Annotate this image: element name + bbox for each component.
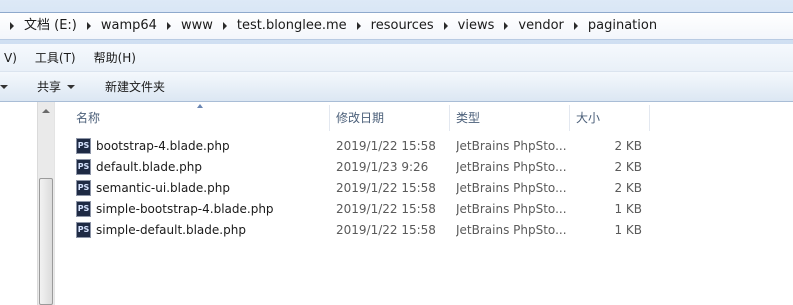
chevron-down-icon (0, 84, 8, 89)
breadcrumb-item-views[interactable]: views (454, 12, 499, 40)
menu-bar: V) 工具(T) 帮助(H) (0, 44, 793, 72)
chevron-right-icon[interactable] (568, 12, 584, 40)
chevron-right-icon[interactable] (81, 12, 97, 40)
file-row[interactable]: PS bootstrap-4.blade.php 2019/1/22 15:58… (70, 136, 793, 157)
file-size: 2 KB (614, 139, 642, 153)
file-date: 2019/1/22 15:58 (336, 223, 436, 237)
file-date: 2019/1/22 15:58 (336, 181, 436, 195)
breadcrumb-item-drive[interactable]: 文档 (E:) (20, 12, 81, 40)
breadcrumb-item-www[interactable]: www (177, 12, 217, 40)
address-bar: 文档 (E:) wamp64 www test.blonglee.me reso… (0, 0, 793, 44)
phpstorm-file-icon: PS (76, 180, 91, 196)
column-name-label: 名称 (76, 111, 101, 125)
column-date-label: 修改日期 (336, 111, 385, 125)
file-size: 2 KB (614, 160, 642, 174)
scrollbar-thumb[interactable] (39, 178, 53, 305)
chevron-right-icon[interactable] (217, 12, 233, 40)
file-date: 2019/1/23 9:26 (336, 160, 429, 174)
file-row[interactable]: PS semantic-ui.blade.php 2019/1/22 15:58… (70, 178, 793, 199)
menu-item-tools[interactable]: 工具(T) (28, 44, 83, 72)
chevron-right-icon[interactable] (161, 12, 177, 40)
phpstorm-file-icon: PS (76, 201, 91, 217)
file-type: JetBrains PhpSto... (456, 202, 567, 216)
chevron-down-icon (67, 84, 76, 89)
column-header-size[interactable]: 大小 (570, 105, 650, 131)
file-type: JetBrains PhpSto... (456, 181, 567, 195)
file-name: bootstrap-4.blade.php (96, 139, 230, 153)
file-name: semantic-ui.blade.php (96, 181, 230, 195)
column-type-label: 类型 (456, 111, 481, 125)
column-size-label: 大小 (576, 111, 601, 125)
file-name: simple-bootstrap-4.blade.php (96, 202, 274, 216)
file-size: 1 KB (614, 223, 642, 237)
menu-item-help[interactable]: 帮助(H) (87, 44, 143, 72)
chevron-right-icon[interactable] (351, 12, 367, 40)
chevron-right-icon[interactable] (4, 12, 20, 40)
breadcrumb-item-resources[interactable]: resources (367, 12, 438, 40)
file-row[interactable]: PS simple-bootstrap-4.blade.php 2019/1/2… (70, 199, 793, 220)
phpstorm-file-icon: PS (76, 159, 91, 175)
file-date: 2019/1/22 15:58 (336, 202, 436, 216)
column-headers: 名称 修改日期 类型 大小 (70, 104, 793, 131)
share-label: 共享 (37, 79, 62, 94)
file-type: JetBrains PhpSto... (456, 223, 567, 237)
file-type: JetBrains PhpSto... (456, 160, 567, 174)
breadcrumb-item-vendor[interactable]: vendor (514, 12, 567, 40)
file-date: 2019/1/22 15:58 (336, 139, 436, 153)
share-button[interactable]: 共享 (37, 72, 76, 102)
scroll-up-icon[interactable] (38, 102, 54, 119)
chevron-right-icon[interactable] (498, 12, 514, 40)
breadcrumb-item-wamp64[interactable]: wamp64 (97, 12, 161, 40)
chevron-right-icon[interactable] (438, 12, 454, 40)
file-name: default.blade.php (96, 160, 202, 174)
pane-divider[interactable] (54, 102, 58, 305)
column-header-name[interactable]: 名称 (70, 105, 330, 131)
column-header-type[interactable]: 类型 (450, 105, 570, 131)
file-row[interactable]: PS simple-default.blade.php 2019/1/22 15… (70, 220, 793, 241)
menu-item-view[interactable]: V) (0, 44, 24, 72)
file-row[interactable]: PS default.blade.php 2019/1/23 9:26 JetB… (70, 157, 793, 178)
file-size: 1 KB (614, 202, 642, 216)
file-type: JetBrains PhpSto... (456, 139, 567, 153)
new-folder-button[interactable]: 新建文件夹 (105, 72, 165, 102)
file-size: 2 KB (614, 181, 642, 195)
phpstorm-file-icon: PS (76, 222, 91, 238)
command-bar: 共享 新建文件夹 (0, 72, 793, 102)
organize-dropdown[interactable] (0, 72, 8, 102)
navigation-scrollbar[interactable] (37, 102, 54, 305)
file-name: simple-default.blade.php (96, 223, 246, 237)
breadcrumb-item-site[interactable]: test.blonglee.me (233, 12, 351, 40)
file-list: PS bootstrap-4.blade.php 2019/1/22 15:58… (70, 136, 793, 241)
column-header-date[interactable]: 修改日期 (330, 105, 450, 131)
breadcrumb-item-pagination[interactable]: pagination (584, 12, 661, 40)
breadcrumb[interactable]: 文档 (E:) wamp64 www test.blonglee.me reso… (0, 12, 793, 40)
phpstorm-file-icon: PS (76, 138, 91, 154)
